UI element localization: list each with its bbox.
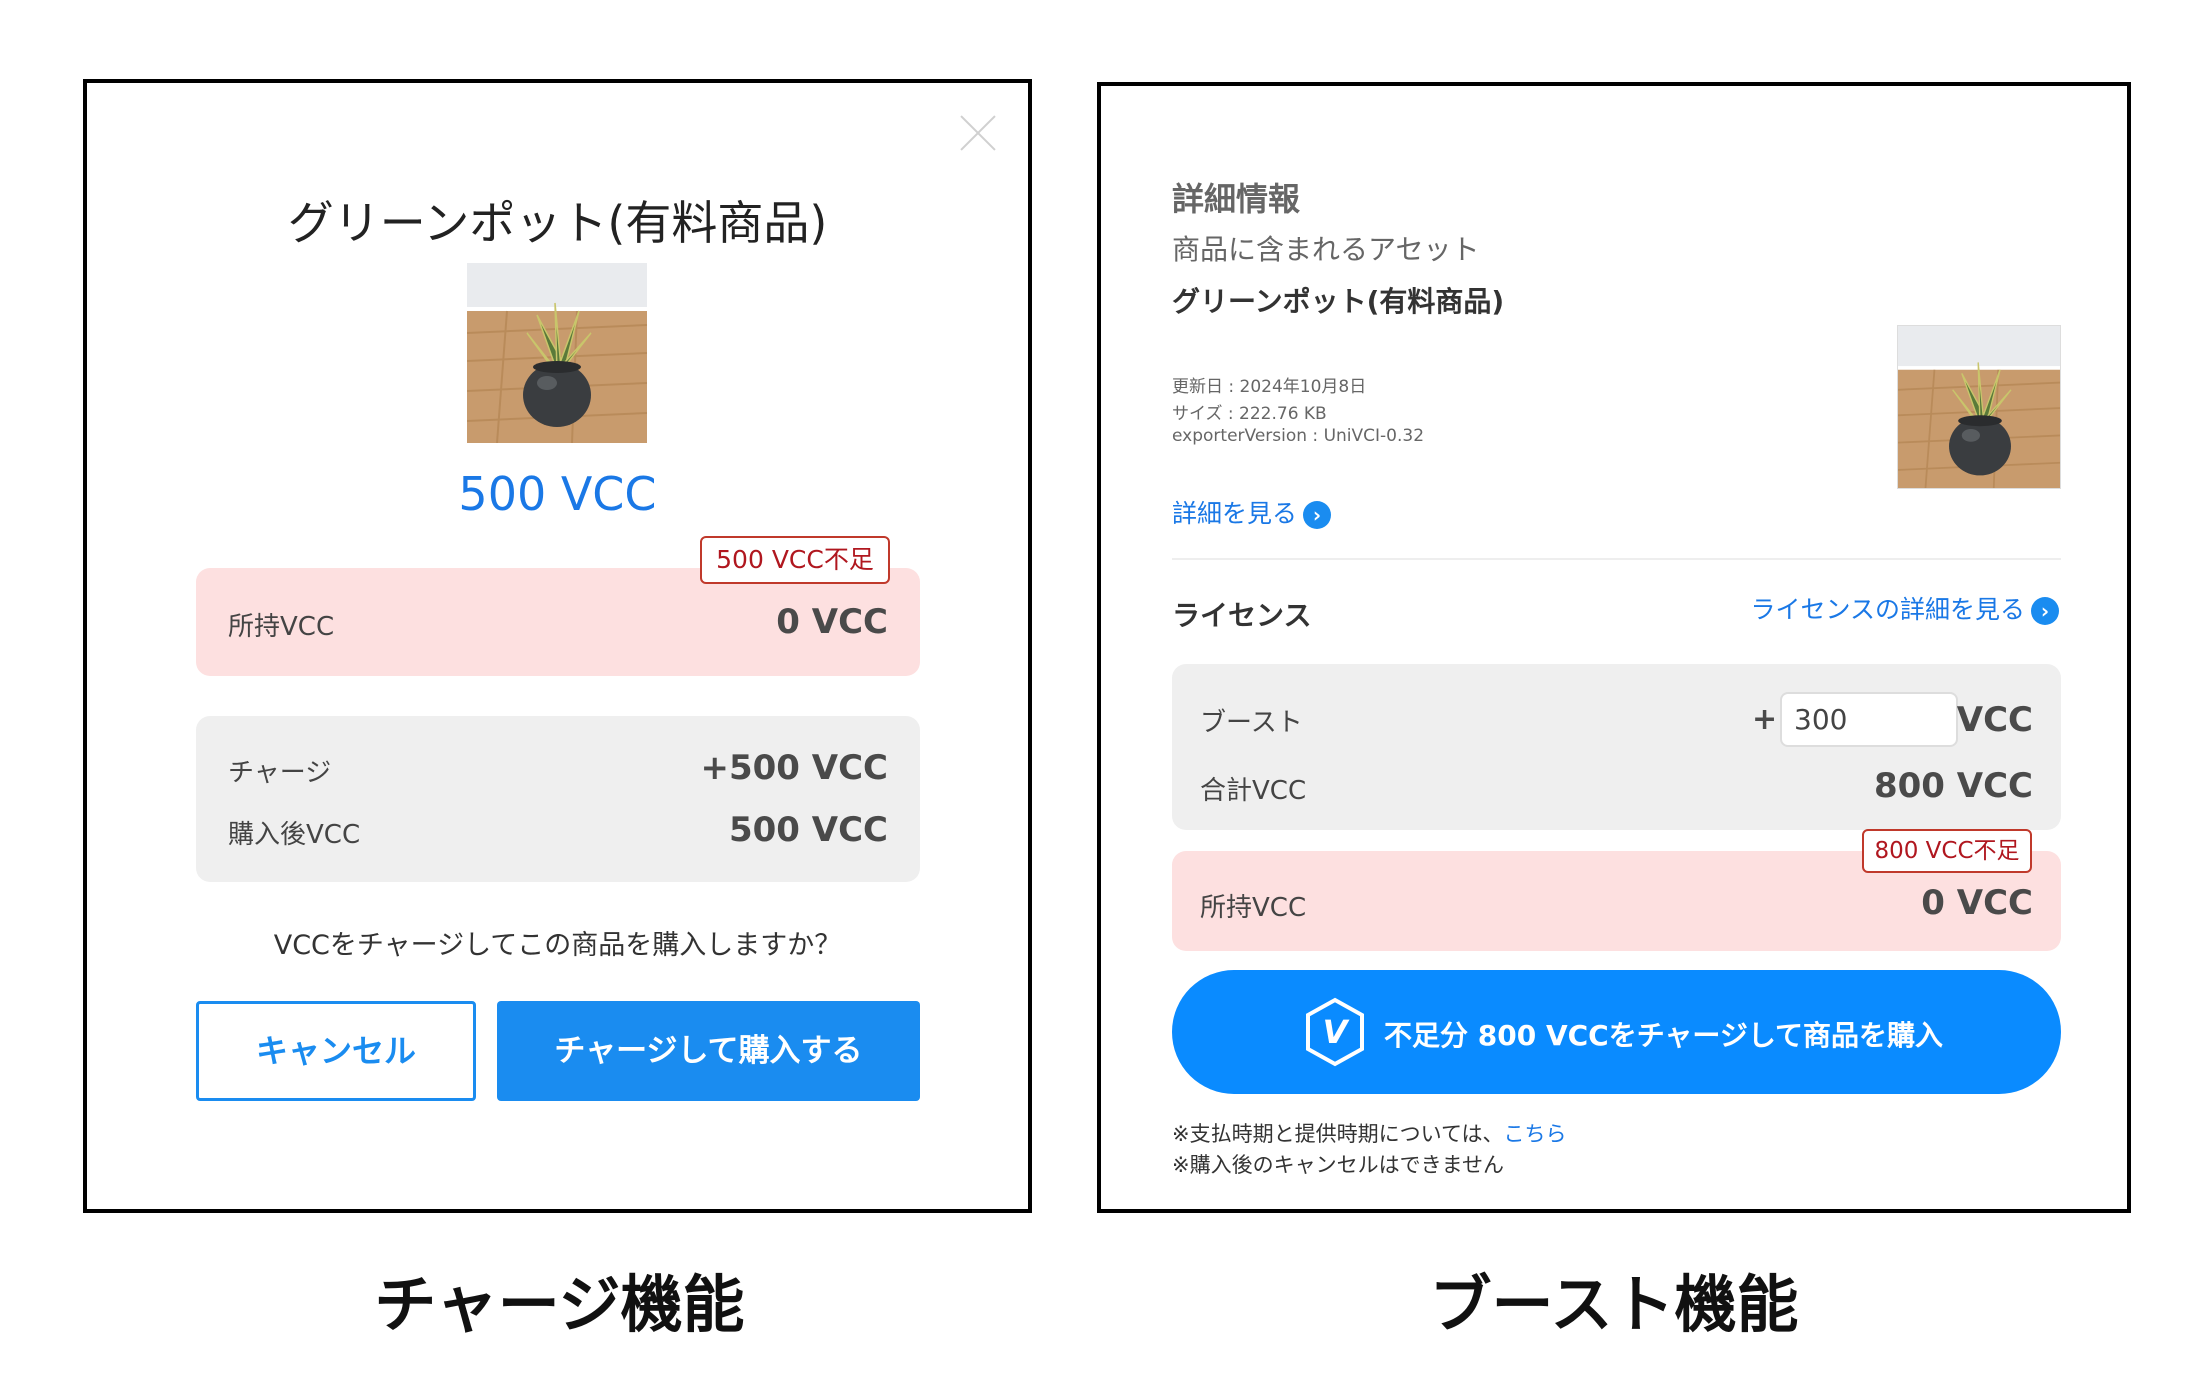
boost-unit: VCC bbox=[1956, 700, 2033, 740]
boost-amount-input[interactable]: 300 bbox=[1780, 692, 1958, 747]
charge-summary-card: チャージ +500 VCC 購入後VCC 500 VCC bbox=[196, 716, 920, 882]
license-link-label: ライセンスの詳細を見る bbox=[1750, 595, 2025, 624]
details-link[interactable]: 詳細を見る › bbox=[1172, 494, 1332, 530]
divider bbox=[1172, 558, 2061, 560]
charge-and-buy-button[interactable]: チャージして購入する bbox=[497, 1001, 920, 1101]
details-link-label: 詳細を見る bbox=[1172, 499, 1298, 528]
chevron-right-icon: › bbox=[1303, 501, 1332, 529]
product-title: グリーンポット(有料商品) bbox=[287, 196, 828, 250]
boost-card: ブースト + 300 VCC 合計VCC 800 VCC bbox=[1172, 664, 2061, 830]
charge-value: +500 VCC bbox=[700, 748, 888, 788]
owned-vcc-card: 所持VCC 0 VCC bbox=[196, 568, 920, 676]
caption-boost: ブースト機能 bbox=[1429, 1268, 1799, 1341]
file-size: サイズ : 222.76 KB bbox=[1172, 404, 1327, 424]
license-details-link[interactable]: ライセンスの詳細を見る › bbox=[1750, 590, 2059, 626]
exporter-version: exporterVersion : UniVCI-0.32 bbox=[1172, 426, 1425, 446]
plant-thumbnail bbox=[467, 263, 647, 443]
boost-plus-sign: + bbox=[1752, 702, 1778, 737]
payment-timing-note: ※支払時期と提供時期については、こちら bbox=[1172, 1118, 1567, 1148]
vcc-icon-letter: V bbox=[1323, 1013, 1350, 1051]
charge-label: チャージ bbox=[228, 758, 332, 788]
cancel-button[interactable]: キャンセル bbox=[196, 1001, 476, 1101]
charge-and-purchase-label: 不足分 800 VCCをチャージして商品を購入 bbox=[1384, 1019, 1944, 1052]
assets-subtitle: 商品に含まれるアセット bbox=[1172, 233, 1480, 266]
no-cancel-note: ※購入後のキャンセルはできません bbox=[1172, 1153, 1504, 1177]
shortage-badge: 500 VCC不足 bbox=[700, 536, 890, 584]
close-icon[interactable] bbox=[958, 113, 998, 153]
caption-charge: チャージ機能 bbox=[374, 1268, 745, 1341]
product-thumbnail bbox=[467, 263, 647, 443]
plant-thumbnail bbox=[1898, 326, 2060, 488]
product-thumbnail bbox=[1897, 325, 2061, 489]
price: 500 VCC bbox=[458, 467, 657, 521]
boost-panel: 詳細情報 商品に含まれるアセット グリーンポット(有料商品) 更新日 : 202… bbox=[1097, 82, 2131, 1213]
owned-vcc-value: 0 VCC bbox=[776, 602, 888, 642]
owned-vcc-label: 所持VCC bbox=[228, 612, 335, 642]
after-purchase-label: 購入後VCC bbox=[228, 820, 361, 850]
owned-vcc-value: 0 VCC bbox=[1921, 883, 2033, 923]
payment-timing-text: ※支払時期と提供時期については、 bbox=[1172, 1122, 1504, 1146]
total-vcc-label: 合計VCC bbox=[1200, 776, 1307, 806]
charge-dialog: グリーンポット(有料商品) 500 VCC 所持VCC 0 VCC 500 VC… bbox=[83, 79, 1032, 1213]
chevron-right-icon: › bbox=[2031, 597, 2059, 625]
license-title: ライセンス bbox=[1172, 599, 1312, 632]
total-vcc-value: 800 VCC bbox=[1873, 766, 2033, 806]
charge-and-purchase-button[interactable]: V 不足分 800 VCCをチャージして商品を購入 bbox=[1172, 970, 2061, 1094]
shortage-badge: 800 VCC不足 bbox=[1862, 829, 2032, 873]
section-title: 詳細情報 bbox=[1172, 180, 1301, 218]
here-link[interactable]: こちら bbox=[1504, 1122, 1567, 1146]
confirm-question: VCCをチャージしてこの商品を購入しますか？ bbox=[273, 930, 842, 961]
product-name: グリーンポット(有料商品) bbox=[1172, 285, 1505, 318]
owned-vcc-label: 所持VCC bbox=[1200, 893, 1307, 923]
vcc-hexagon-icon: V bbox=[1306, 997, 1364, 1067]
boost-label: ブースト bbox=[1200, 708, 1303, 738]
updated-date: 更新日 : 2024年10月8日 bbox=[1172, 377, 1367, 397]
after-purchase-value: 500 VCC bbox=[728, 810, 888, 850]
